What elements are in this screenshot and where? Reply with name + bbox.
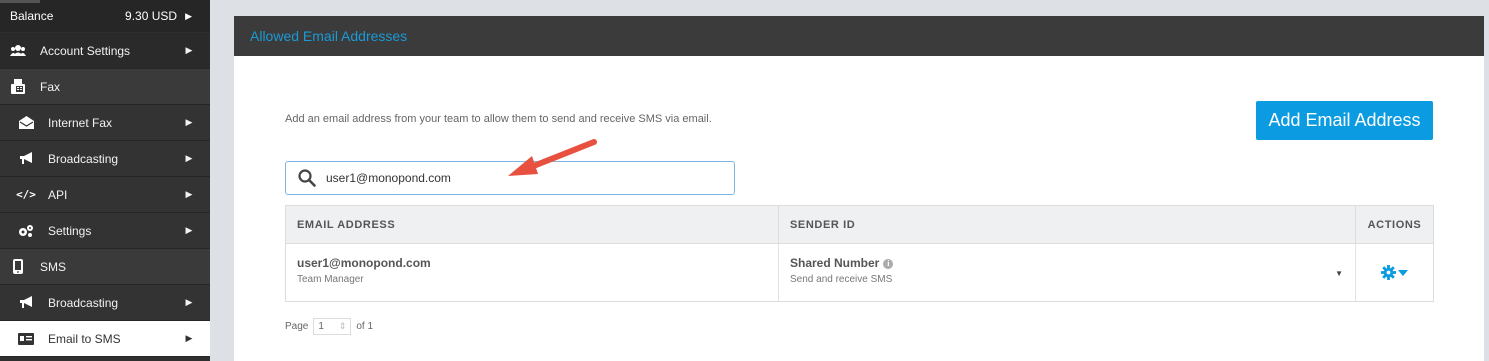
sidebar-item-account-settings[interactable]: Account Settings ▶	[0, 33, 210, 69]
stepper-icon[interactable]: ⇕	[339, 321, 347, 332]
table-row: user1@monopond.com Team Manager Shared N…	[286, 244, 1433, 301]
chevron-right-icon: ▶	[185, 45, 193, 55]
code-icon: </>	[16, 188, 36, 201]
search-icon	[298, 169, 316, 187]
actions-cell	[1356, 244, 1433, 301]
sidebar-item-label: Fax	[40, 79, 61, 94]
balance-row[interactable]: Balance 9.30 USD ▶	[0, 0, 210, 32]
fax-icon	[10, 79, 26, 95]
id-card-icon	[18, 331, 34, 347]
panel-header: Allowed Email Addresses	[234, 16, 1484, 56]
add-email-address-button[interactable]: Add Email Address	[1256, 101, 1433, 140]
sender-value-line: Shared Number i	[790, 256, 1355, 270]
page-number-value: 1	[318, 321, 324, 332]
actions-dropdown-button[interactable]	[1381, 265, 1408, 280]
chevron-right-icon: ▶	[185, 297, 193, 307]
mobile-icon	[10, 259, 26, 275]
sidebar-item-label: SMS	[40, 259, 67, 274]
gear-icon	[1381, 265, 1396, 280]
panel-title: Allowed Email Addresses	[250, 28, 408, 44]
email-cell: user1@monopond.com Team Manager	[286, 244, 779, 301]
chevron-right-icon: ▶	[185, 225, 193, 235]
sidebar-item-internet-fax[interactable]: Internet Fax ▶	[0, 105, 210, 141]
sidebar-item-email-to-sms[interactable]: Email to SMS ▶	[0, 321, 210, 357]
balance-accent-bar	[0, 0, 40, 3]
row-sender-desc: Send and receive SMS	[790, 274, 893, 285]
users-icon	[10, 43, 26, 59]
caret-down-icon[interactable]: ▼	[1335, 269, 1343, 278]
sidebar-item-fax-broadcasting[interactable]: Broadcasting ▶	[0, 141, 210, 177]
chevron-right-icon: ▶	[185, 189, 193, 199]
envelope-open-icon	[18, 115, 34, 131]
row-sender: Shared Number	[790, 256, 880, 270]
row-email: user1@monopond.com	[297, 256, 431, 270]
page-number-stepper[interactable]: 1 ⇕	[313, 318, 352, 335]
sidebar-item-label: Account Settings	[40, 43, 131, 58]
allowed-emails-panel: Allowed Email Addresses Add an email add…	[234, 16, 1484, 361]
intro-text: Add an email address from your team to a…	[285, 113, 712, 125]
row-role: Team Manager	[297, 274, 364, 285]
chevron-right-icon: ▶	[185, 117, 193, 127]
balance-label: Balance	[10, 9, 54, 23]
sidebar-item-settings[interactable]: Settings ▶	[0, 213, 210, 249]
sender-select[interactable]: Shared Number i Send and receive SMS ▼	[779, 244, 1356, 301]
annotation-arrow-icon	[508, 139, 597, 176]
caret-down-icon	[1398, 269, 1408, 276]
info-icon[interactable]: i	[883, 258, 894, 269]
pager-prefix: Page	[285, 321, 309, 332]
sidebar: Balance 9.30 USD ▶ Account Settings ▶ Fa…	[0, 0, 210, 361]
gears-icon	[18, 223, 34, 239]
email-table: EMAIL ADDRESS SENDER ID ACTIONS user1@mo…	[285, 205, 1434, 302]
chevron-right-icon: ▶	[185, 10, 192, 21]
sidebar-item-label: Broadcasting	[48, 295, 119, 310]
sidebar-item-label: Settings	[48, 223, 92, 238]
chevron-right-icon: ▶	[185, 333, 193, 343]
sidebar-item-label: Internet Fax	[48, 115, 113, 130]
chevron-right-icon: ▶	[185, 153, 193, 163]
bullhorn-icon	[18, 151, 34, 167]
sidebar-item-label: Email to SMS	[48, 331, 121, 346]
table-header: EMAIL ADDRESS SENDER ID ACTIONS	[286, 206, 1433, 244]
sidebar-item-label: API	[48, 187, 68, 202]
column-header-email[interactable]: EMAIL ADDRESS	[286, 206, 779, 243]
sidebar-section-fax[interactable]: Fax	[0, 69, 210, 105]
column-header-actions: ACTIONS	[1367, 218, 1422, 231]
sidebar-item-api[interactable]: </> API ▶	[0, 177, 210, 213]
sidebar-item-sms-broadcasting[interactable]: Broadcasting ▶	[0, 285, 210, 321]
sidebar-section-sms[interactable]: SMS	[0, 249, 210, 285]
bullhorn-icon	[18, 295, 34, 311]
pagination: Page 1 ⇕ of 1	[285, 318, 373, 335]
pager-suffix: of 1	[356, 321, 374, 332]
balance-value: 9.30 USD	[125, 9, 178, 23]
sidebar-item-label: Broadcasting	[48, 151, 119, 166]
column-header-sender-id[interactable]: SENDER ID	[779, 206, 1356, 243]
